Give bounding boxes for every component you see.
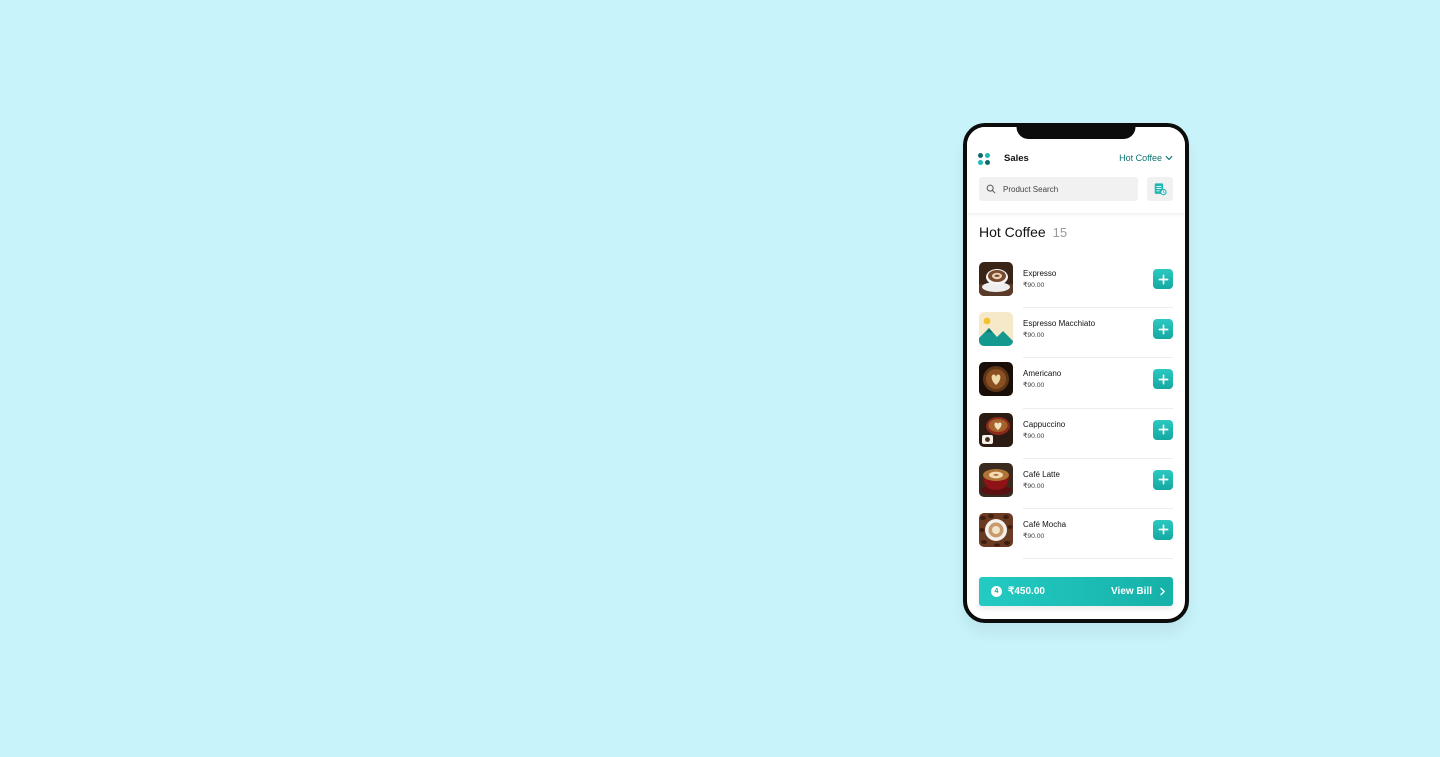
plus-icon	[1158, 274, 1168, 284]
app-grid-icon[interactable]	[978, 153, 990, 165]
category-label: Hot Coffee	[1119, 153, 1162, 163]
view-bill-label: View Bill	[1111, 586, 1152, 597]
product-item[interactable]: Café Mocha ₹90.00	[979, 509, 1173, 560]
product-name: Expresso	[1023, 269, 1057, 278]
chevron-down-icon	[1165, 156, 1173, 160]
section-header: Hot Coffee 15	[979, 224, 1067, 240]
product-image	[979, 462, 1013, 497]
product-image	[979, 362, 1013, 397]
search-box[interactable]	[979, 177, 1138, 201]
sales-screen: Sales Hot Coffee Product Search Hot Coff…	[967, 127, 1185, 619]
add-to-cart-button[interactable]	[1153, 369, 1173, 390]
add-to-cart-button[interactable]	[1153, 519, 1173, 540]
product-price: ₹90.00	[1023, 432, 1045, 440]
plus-icon	[1158, 424, 1168, 435]
section-title: Hot Coffee	[979, 224, 1046, 240]
phone-frame: Sales Hot Coffee Product Search Hot Coff…	[963, 123, 1189, 623]
divider	[1023, 558, 1173, 560]
product-price: ₹90.00	[1023, 282, 1045, 289]
product-name: Café Mocha	[1023, 519, 1067, 529]
product-image	[979, 312, 1013, 347]
product-image	[979, 412, 1013, 447]
add-to-cart-button[interactable]	[1153, 419, 1173, 440]
product-name: Espresso Macchiato	[1023, 319, 1096, 329]
receipt-icon	[1154, 183, 1167, 196]
top-bar: Sales Hot Coffee	[967, 127, 1185, 213]
product-price: ₹90.00	[1023, 332, 1045, 340]
product-image	[979, 512, 1013, 547]
cart-total: ₹450.00	[1008, 586, 1045, 597]
add-to-cart-button[interactable]	[1153, 319, 1173, 340]
chevron-right-icon	[1160, 587, 1165, 596]
product-name: Café Latte	[1023, 469, 1060, 479]
cart-count-badge: 4	[991, 586, 1002, 597]
product-list: Expresso ₹90.00 Espresso Macchiato ₹90.0…	[979, 258, 1173, 560]
plus-icon	[1158, 524, 1168, 535]
plus-icon	[1158, 374, 1168, 385]
add-to-cart-button[interactable]	[1153, 469, 1173, 490]
product-item[interactable]: Expresso ₹90.00	[979, 258, 1173, 309]
view-bill-button[interactable]: 4 ₹450.00 View Bill	[979, 577, 1173, 606]
add-to-cart-button[interactable]	[1153, 269, 1173, 289]
product-item[interactable]: Cappuccino ₹90.00	[979, 409, 1173, 459]
phone-notch	[1016, 127, 1136, 139]
product-name: Cappuccino	[1023, 419, 1066, 429]
search-input[interactable]	[1003, 184, 1123, 194]
section-count: 15	[1052, 225, 1068, 240]
product-item[interactable]: Espresso Macchiato ₹90.00	[979, 308, 1173, 359]
product-price: ₹90.00	[1023, 382, 1045, 390]
search-icon	[986, 184, 996, 194]
product-price: ₹90.00	[1023, 482, 1045, 490]
page: Sales Hot Coffee Product Search Hot Coff…	[0, 0, 1440, 757]
product-image	[979, 262, 1013, 296]
category-dropdown[interactable]: Hot Coffee	[1119, 153, 1173, 163]
product-item[interactable]: Café Latte ₹90.00	[979, 459, 1173, 509]
page-title: Sales	[1004, 153, 1029, 164]
plus-icon	[1158, 474, 1168, 485]
bill-list-button[interactable]	[1147, 177, 1173, 201]
plus-icon	[1158, 324, 1168, 335]
product-name: Americano	[1023, 369, 1062, 379]
product-item[interactable]: Americano ₹90.00	[979, 358, 1173, 409]
product-price: ₹90.00	[1023, 532, 1045, 540]
